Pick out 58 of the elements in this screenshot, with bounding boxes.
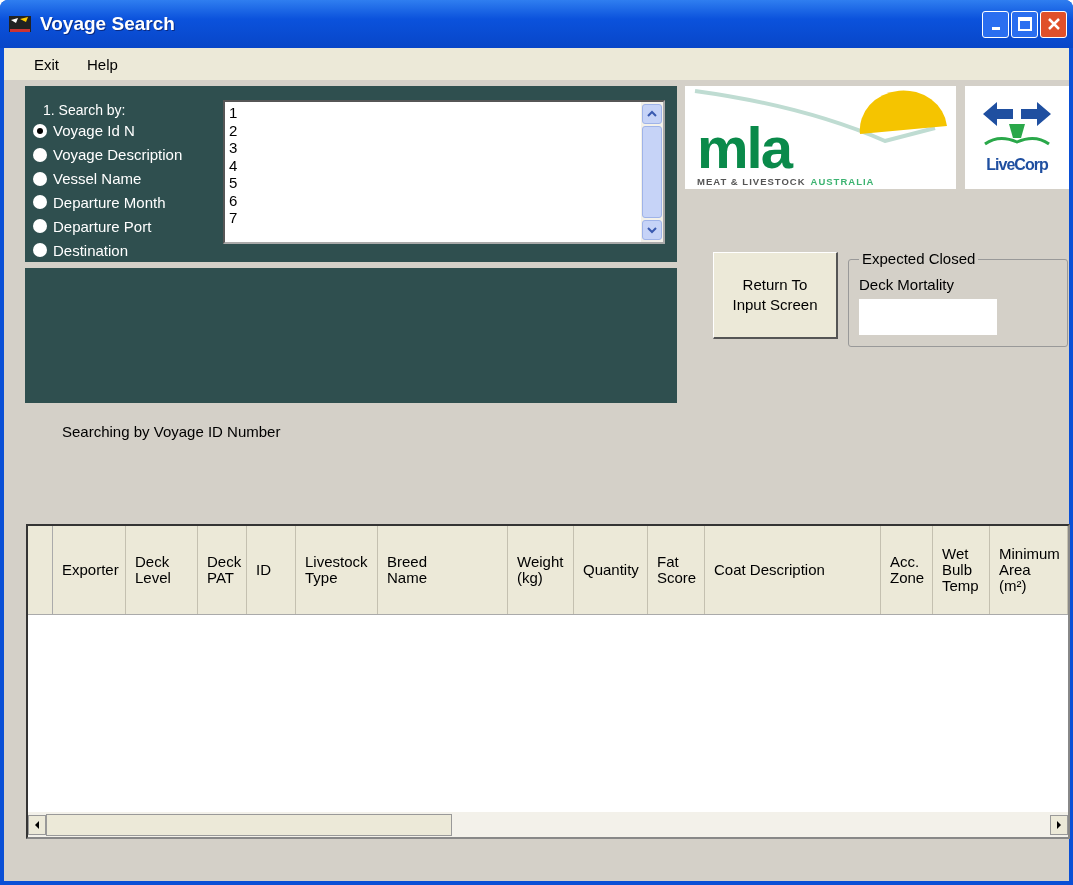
radio-button[interactable] [33, 171, 47, 186]
column-header[interactable]: Weight (kg) [508, 526, 574, 614]
radio-button[interactable] [33, 123, 47, 138]
return-button[interactable]: Return To Input Screen [713, 252, 838, 339]
column-header[interactable]: ID [247, 526, 296, 614]
mortality-field[interactable] [859, 299, 997, 335]
minimize-icon [991, 26, 1000, 30]
column-header[interactable]: Exporter [53, 526, 126, 614]
close-icon [1046, 17, 1061, 31]
horizontal-scrollbar[interactable] [28, 812, 1068, 837]
column-header[interactable]: Breed Name [378, 526, 508, 614]
column-header[interactable]: Livestock Type [296, 526, 378, 614]
chevron-down-icon[interactable] [647, 226, 657, 234]
list-item[interactable]: 5 [229, 174, 637, 192]
radio-label: Departure Month [53, 193, 166, 211]
column-header[interactable]: Minimum Area (m²) [990, 526, 1068, 614]
maximize-button[interactable] [1011, 10, 1038, 38]
radio-button[interactable] [33, 195, 47, 210]
radio-label: Vessel Name [53, 170, 142, 188]
radio-label: Voyage Description [53, 146, 183, 164]
group-title: Expected Closed [859, 250, 979, 267]
status-text: Searching by Voyage ID Number [62, 423, 282, 440]
radio-label: Departure Port [53, 217, 152, 235]
column-header[interactable]: Fat Score [648, 526, 705, 614]
radio-button[interactable] [33, 219, 47, 234]
app-icon [8, 14, 32, 34]
right-arrow-icon[interactable] [1056, 820, 1062, 829]
maximize-icon [1017, 17, 1032, 31]
chevron-up-icon[interactable] [647, 110, 657, 118]
radio-label: Destination [53, 241, 129, 259]
close-button[interactable] [1040, 10, 1067, 38]
radio-button[interactable] [33, 147, 47, 162]
radio-label: Voyage Id N [53, 122, 135, 140]
minimize-button[interactable] [982, 10, 1009, 38]
list-item[interactable]: 1 [229, 104, 637, 122]
window-title: Voyage Search [40, 13, 176, 35]
column-header[interactable]: Deck PAT [198, 526, 247, 614]
vertical-scrollbar[interactable] [641, 102, 663, 242]
radio-button[interactable] [33, 243, 47, 258]
logo-mark: mla [697, 122, 792, 174]
menu-item[interactable]: Help [87, 55, 118, 73]
search-heading: 1. Search by: [43, 102, 127, 119]
column-header[interactable]: Quantity [574, 526, 648, 614]
column-header[interactable]: Acc. Zone [881, 526, 933, 614]
logo-text: MEAT & LIVESTOCK AUSTRALIA [697, 176, 876, 187]
list-item[interactable]: 2 [229, 121, 637, 139]
list-item[interactable]: 3 [229, 139, 637, 157]
list-item[interactable]: 4 [229, 156, 637, 174]
logo-text: LiveCorp [986, 156, 1048, 174]
column-header[interactable]: Deck Level [126, 526, 198, 614]
column-header[interactable]: Wet Bulb Temp [933, 526, 990, 614]
menu-item[interactable]: Exit [34, 55, 59, 73]
column-header[interactable]: Coat Description [705, 526, 881, 614]
left-arrow-icon[interactable] [34, 820, 40, 829]
field-label: Deck Mortality [859, 276, 956, 293]
list-item[interactable]: 6 [229, 191, 637, 209]
list-item[interactable]: 7 [229, 209, 637, 227]
voyage-list[interactable]: 1 2 3 4 5 6 7 [223, 100, 665, 244]
